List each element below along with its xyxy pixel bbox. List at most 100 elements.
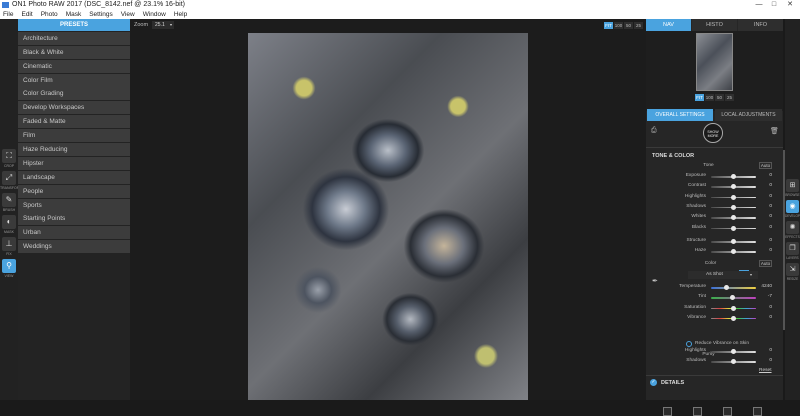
detail-tool-icon[interactable] bbox=[723, 407, 732, 416]
preset-item[interactable]: Faded & Matte bbox=[18, 115, 130, 129]
maximize-button[interactable]: □ bbox=[767, 0, 781, 10]
reduce-vibrance-checkbox[interactable] bbox=[686, 341, 692, 347]
menu-settings[interactable]: Settings bbox=[89, 10, 113, 19]
slider-label: Haze bbox=[694, 248, 706, 253]
preset-item[interactable]: People bbox=[18, 184, 130, 198]
navigator-thumbnail[interactable] bbox=[696, 33, 733, 91]
details-enable-checkbox[interactable]: ✓ bbox=[650, 379, 657, 386]
preset-item[interactable]: Cinematic bbox=[18, 59, 130, 73]
white-balance-value: As Shot bbox=[706, 272, 723, 277]
divider bbox=[646, 375, 783, 376]
viewer-zoom-fit[interactable]: FIT bbox=[604, 22, 613, 29]
effects-icon[interactable]: ✺ bbox=[786, 221, 799, 234]
save-preset-icon[interactable]: ⎙ bbox=[651, 127, 657, 135]
menu-edit[interactable]: Edit bbox=[21, 10, 32, 19]
resize-icon[interactable]: ⇲ bbox=[786, 263, 799, 276]
slider-value: 0 bbox=[769, 214, 772, 220]
develop-icon[interactable]: ◉ bbox=[786, 200, 799, 213]
zoom-select[interactable]: 25.1 ▾ bbox=[152, 21, 174, 29]
viewer-zoom-25[interactable]: 25 bbox=[634, 22, 643, 29]
slider-track[interactable] bbox=[711, 287, 756, 289]
slider-knob[interactable] bbox=[731, 174, 736, 179]
slider-label: Saturation bbox=[684, 304, 706, 310]
show-more-button[interactable]: SHOW MORE bbox=[703, 123, 723, 143]
preset-item[interactable]: Color Grading bbox=[18, 87, 130, 101]
nav-zoom-25[interactable]: 25 bbox=[725, 94, 734, 101]
stamp-icon[interactable]: ⊥ bbox=[2, 237, 16, 251]
preset-item[interactable]: Landscape bbox=[18, 170, 130, 184]
slider-knob[interactable] bbox=[731, 184, 736, 190]
detail-tool-icon[interactable] bbox=[693, 407, 702, 416]
module-label: DEVELOP bbox=[785, 214, 800, 218]
nav-zoom-100[interactable]: 100 bbox=[705, 94, 714, 101]
preset-item[interactable]: Hipster bbox=[18, 156, 130, 170]
menu-window[interactable]: Window bbox=[143, 10, 166, 19]
slider-knob[interactable] bbox=[729, 295, 735, 301]
tone-auto-button[interactable]: Auto bbox=[759, 162, 772, 169]
tab-nav[interactable]: NAV bbox=[646, 19, 691, 31]
slider-label: Whites bbox=[691, 214, 706, 220]
zoom-icon[interactable]: ⚲ bbox=[2, 259, 16, 273]
viewer-zoom-100[interactable]: 100 bbox=[614, 22, 623, 29]
detail-tool-icon[interactable] bbox=[663, 407, 672, 416]
menu-help[interactable]: Help bbox=[174, 10, 187, 19]
right-panel: NAV HISTO INFO FIT 100 50 25 OVERALL SET… bbox=[646, 19, 783, 416]
zoom-value: 25.1 bbox=[155, 22, 165, 28]
menu-file[interactable]: File bbox=[3, 10, 13, 19]
viewer-zoom-50[interactable]: 50 bbox=[624, 22, 633, 29]
white-balance-select[interactable]: As Shot ▾ bbox=[688, 271, 758, 279]
menu-mask[interactable]: Mask bbox=[66, 10, 82, 19]
browse-icon[interactable]: ⊞ bbox=[786, 179, 799, 192]
slider-label: Highlights bbox=[684, 193, 706, 199]
preset-item[interactable]: Weddings bbox=[18, 240, 130, 254]
preset-item[interactable]: Haze Reducing bbox=[18, 143, 130, 157]
preset-item[interactable]: Starting Points bbox=[18, 212, 130, 226]
reduce-vibrance-label: Reduce Vibrance on Skin bbox=[695, 341, 750, 346]
layers-icon[interactable]: ❐ bbox=[786, 242, 799, 255]
color-auto-button[interactable]: Auto bbox=[759, 260, 772, 267]
preset-item[interactable]: Urban bbox=[18, 226, 130, 240]
minimize-button[interactable]: — bbox=[752, 0, 766, 10]
preset-list: Architecture Black & White Cinematic Color … bbox=[18, 31, 130, 254]
preset-item[interactable]: Architecture bbox=[18, 31, 130, 45]
trash-icon[interactable]: 🗑 bbox=[770, 127, 779, 135]
slider-value: 0 bbox=[769, 348, 772, 353]
slider-knob[interactable] bbox=[731, 315, 736, 321]
tab-histo[interactable]: HISTO bbox=[692, 19, 737, 31]
slider-knob[interactable] bbox=[731, 349, 736, 354]
slider-knob[interactable] bbox=[731, 194, 736, 200]
slider-value: 0 bbox=[769, 304, 772, 310]
slider-knob[interactable] bbox=[731, 204, 736, 210]
preset-item[interactable]: Black & White bbox=[18, 45, 130, 59]
nav-zoom-50[interactable]: 50 bbox=[715, 94, 724, 101]
slider-knob[interactable] bbox=[731, 239, 736, 244]
nav-zoom-fit[interactable]: FIT bbox=[695, 94, 704, 101]
tab-local-adjustments[interactable]: LOCAL ADJUSTMENTS bbox=[715, 109, 782, 121]
slider-value: 0 bbox=[769, 358, 772, 363]
preset-item[interactable]: Sports bbox=[18, 198, 130, 212]
menu-photo[interactable]: Photo bbox=[41, 10, 58, 19]
brush-icon[interactable]: ✎ bbox=[2, 193, 16, 207]
detail-tool-icon[interactable] bbox=[753, 407, 762, 416]
slider-knob[interactable] bbox=[731, 215, 736, 221]
menu-view[interactable]: View bbox=[121, 10, 135, 19]
presets-header[interactable]: PRESETS bbox=[18, 19, 130, 31]
close-button[interactable]: ✕ bbox=[783, 0, 797, 10]
mask-icon[interactable]: ◐ bbox=[2, 215, 16, 229]
preset-item[interactable]: Develop Workspaces bbox=[18, 101, 130, 115]
main-photo[interactable] bbox=[248, 33, 528, 400]
slider-knob[interactable] bbox=[731, 225, 736, 231]
crop-icon[interactable]: ⛶ bbox=[2, 149, 16, 163]
transform-icon[interactable]: ⤢ bbox=[2, 171, 16, 185]
tab-info[interactable]: INFO bbox=[738, 19, 783, 31]
slider-knob[interactable] bbox=[731, 305, 736, 311]
slider-value: 0 bbox=[769, 248, 772, 253]
tool-label: FIX bbox=[6, 252, 12, 256]
tab-overall-settings[interactable]: OVERALL SETTINGS bbox=[647, 109, 713, 121]
slider-knob[interactable] bbox=[724, 285, 730, 290]
preset-item[interactable]: Film bbox=[18, 129, 130, 143]
preset-item[interactable]: Color Film bbox=[18, 73, 130, 87]
reset-link[interactable]: Reset bbox=[759, 368, 772, 373]
slider-knob[interactable] bbox=[731, 249, 736, 254]
slider-knob[interactable] bbox=[731, 359, 736, 364]
